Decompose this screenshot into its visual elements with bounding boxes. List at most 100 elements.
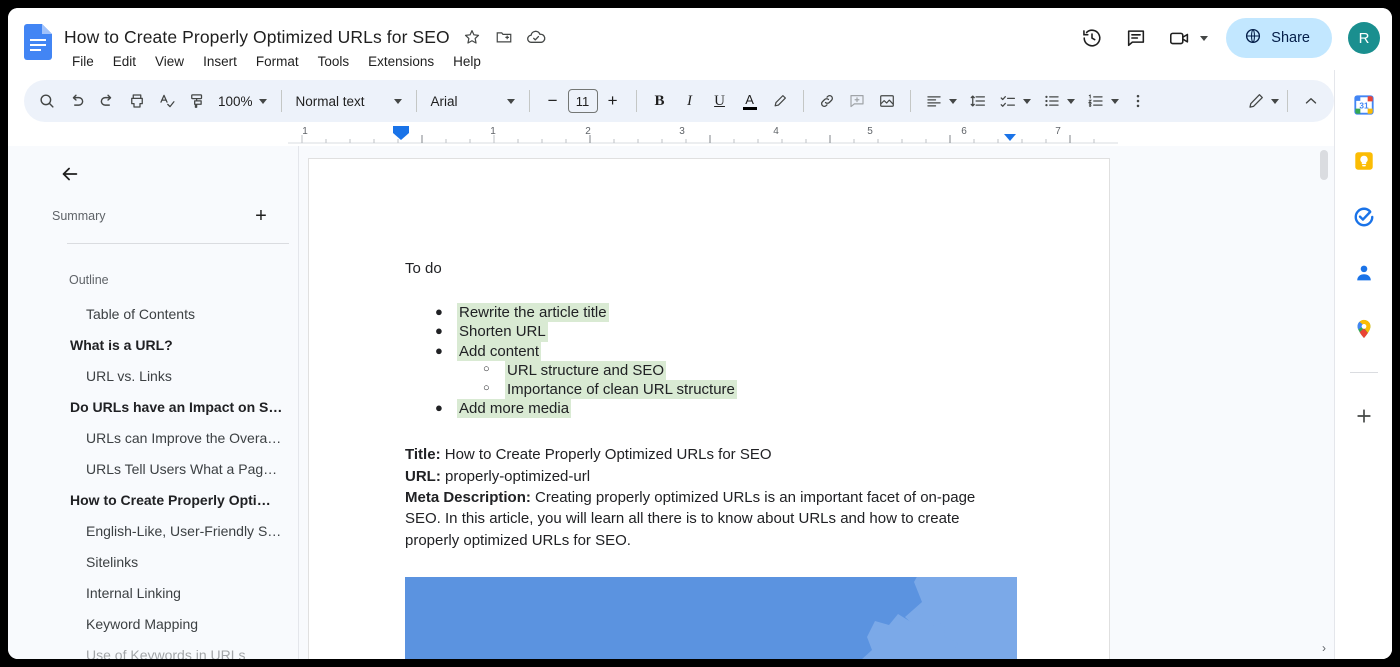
horizontal-scroll-arrow[interactable]: › [1322, 641, 1326, 655]
list-item[interactable]: ● Add more media [435, 399, 1013, 418]
google-tasks-icon[interactable] [1347, 200, 1381, 234]
italic-button[interactable]: I [675, 86, 705, 116]
redo-icon[interactable] [92, 86, 122, 116]
list-item[interactable]: ○ URL structure and SEO [483, 361, 1013, 380]
line-spacing-icon[interactable] [963, 86, 993, 116]
vertical-scroll-thumb[interactable] [1320, 150, 1328, 180]
menu-insert[interactable]: Insert [197, 52, 243, 71]
list-item-label: Rewrite the article title [457, 303, 609, 322]
font-size-input[interactable]: 11 [568, 89, 598, 113]
chevron-down-icon[interactable] [1200, 36, 1208, 41]
google-docs-icon[interactable] [24, 24, 52, 60]
menu-tools[interactable]: Tools [312, 52, 356, 71]
chevron-down-icon[interactable] [1111, 99, 1119, 104]
meet-camera-icon[interactable] [1160, 18, 1200, 58]
print-icon[interactable] [122, 86, 152, 116]
chevron-down-icon [507, 99, 515, 104]
zoom-selector[interactable]: 100% [212, 86, 273, 116]
list-item[interactable]: ● Rewrite the article title [435, 303, 1013, 322]
blue-gears-and-clouds-illustration[interactable] [405, 577, 1017, 659]
list-item[interactable]: ○ Importance of clean URL structure [483, 380, 1013, 399]
bold-button[interactable]: B [645, 86, 675, 116]
outline-item-english-like[interactable]: English-Like, User-Friendly S… [50, 515, 298, 546]
chevron-down-icon[interactable] [949, 99, 957, 104]
chevron-up-icon[interactable] [1296, 86, 1326, 116]
google-keep-icon[interactable] [1347, 144, 1381, 178]
paragraph-style-selector[interactable]: Normal text [290, 86, 408, 116]
outline-item-url-vs-links[interactable]: URL vs. Links [50, 360, 298, 391]
panel-divider [67, 243, 289, 244]
insert-image-icon[interactable] [872, 86, 902, 116]
outline-item-urls-tell-users[interactable]: URLs Tell Users What a Pag… [50, 453, 298, 484]
undo-icon[interactable] [62, 86, 92, 116]
header-actions: Share R [1072, 18, 1380, 58]
menu-extensions[interactable]: Extensions [362, 52, 440, 71]
outline-item-how-to-create[interactable]: How to Create Properly Opti… [50, 484, 298, 515]
back-arrow-icon[interactable] [52, 156, 88, 192]
underline-button[interactable]: U [705, 86, 735, 116]
checklist-icon[interactable] [993, 86, 1023, 116]
share-button[interactable]: Share [1226, 18, 1332, 58]
svg-text:5: 5 [867, 126, 873, 137]
horizontal-ruler[interactable]: 1 1 2 3 4 5 6 7 [288, 124, 1118, 146]
outline-item-use-of-keywords[interactable]: Use of Keywords in URLs [50, 639, 298, 659]
google-calendar-icon[interactable]: 31 [1347, 88, 1381, 122]
add-ons-plus-icon[interactable] [1347, 399, 1381, 433]
spellcheck-icon[interactable] [152, 86, 182, 116]
google-contacts-icon[interactable] [1347, 256, 1381, 290]
chevron-down-icon[interactable] [1067, 99, 1075, 104]
insert-link-icon[interactable] [812, 86, 842, 116]
svg-text:1: 1 [302, 126, 308, 137]
google-docs-window: How to Create Properly Optimized URLs fo… [8, 8, 1392, 659]
menu-help[interactable]: Help [447, 52, 487, 71]
add-summary-plus-icon[interactable]: + [248, 203, 274, 229]
document-scroll-area[interactable]: To do ● Rewrite the article title ● Shor… [300, 146, 1330, 659]
text-color-button[interactable]: A [735, 86, 765, 116]
star-icon[interactable] [462, 27, 482, 47]
page-title[interactable]: How to Create Properly Optimized URLs fo… [64, 27, 450, 48]
cloud-saved-icon[interactable] [526, 27, 546, 47]
move-folder-icon[interactable] [494, 27, 514, 47]
more-options-icon[interactable] [1123, 86, 1153, 116]
document-page[interactable]: To do ● Rewrite the article title ● Shor… [308, 158, 1110, 659]
google-maps-icon[interactable] [1347, 312, 1381, 346]
editing-mode-pencil-icon[interactable] [1241, 86, 1271, 116]
document-body-area: Summary + Outline Table of Contents What… [8, 146, 1392, 659]
comment-history-icon[interactable] [1116, 18, 1156, 58]
chevron-down-icon[interactable] [1271, 99, 1279, 104]
document-content[interactable]: To do ● Rewrite the article title ● Shor… [405, 259, 1013, 659]
menu-view[interactable]: View [149, 52, 190, 71]
meta-block[interactable]: Title: How to Create Properly Optimized … [405, 444, 1013, 550]
decrease-font-size-button[interactable]: − [538, 86, 568, 116]
outline-item-what-is-a-url[interactable]: What is a URL? [50, 329, 298, 360]
outline-item-sitelinks[interactable]: Sitelinks [50, 546, 298, 577]
meet-camera-button[interactable] [1160, 18, 1214, 58]
menu-file[interactable]: File [66, 52, 100, 71]
outline-item-do-urls-have-impact[interactable]: Do URLs have an Impact on S… [50, 391, 298, 422]
align-left-icon[interactable] [919, 86, 949, 116]
paint-format-icon[interactable] [182, 86, 212, 116]
outline-item-keyword-mapping[interactable]: Keyword Mapping [50, 608, 298, 639]
vertical-scrollbar-track[interactable] [1318, 148, 1330, 657]
menu-edit[interactable]: Edit [107, 52, 142, 71]
highlight-pen-icon[interactable] [765, 86, 795, 116]
search-icon[interactable] [32, 86, 62, 116]
avatar[interactable]: R [1348, 22, 1380, 54]
numbered-list-icon[interactable] [1081, 86, 1111, 116]
increase-font-size-button[interactable]: + [598, 86, 628, 116]
bulleted-list-icon[interactable] [1037, 86, 1067, 116]
menu-format[interactable]: Format [250, 52, 305, 71]
version-history-icon[interactable] [1072, 18, 1112, 58]
list-item[interactable]: ● Shorten URL [435, 322, 1013, 341]
outline-item-internal-linking[interactable]: Internal Linking [50, 577, 298, 608]
list-item-label: Add content [457, 342, 541, 361]
outline-item-urls-improve-overall[interactable]: URLs can Improve the Overa… [50, 422, 298, 453]
outline-item-table-of-contents[interactable]: Table of Contents [50, 298, 298, 329]
font-family-selector[interactable]: Arial [425, 86, 521, 116]
meta-title-line: Title: How to Create Properly Optimized … [405, 444, 1013, 465]
add-comment-icon[interactable] [842, 86, 872, 116]
bullet-icon: ● [435, 322, 457, 341]
chevron-down-icon[interactable] [1023, 99, 1031, 104]
document-title-row: How to Create Properly Optimized URLs fo… [64, 24, 546, 50]
list-item[interactable]: ● Add content [435, 342, 1013, 361]
